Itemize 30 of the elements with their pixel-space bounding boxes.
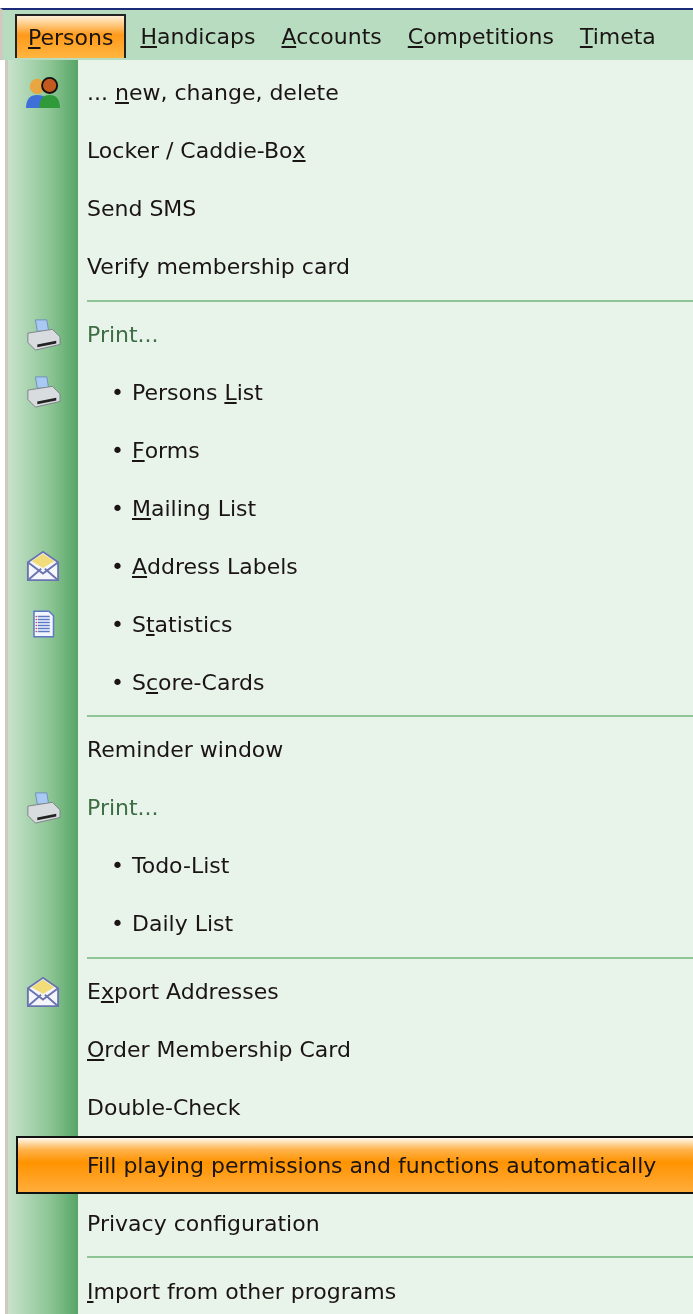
menu-item[interactable]: Double-Check: [78, 1078, 693, 1137]
menu-item[interactable]: • Statistics: [78, 595, 693, 654]
menu-bar-item[interactable]: Timeta: [567, 14, 668, 58]
printer-icon: [24, 790, 62, 825]
menu-item[interactable]: • Score-Cards: [78, 653, 693, 711]
printer-icon: [24, 375, 62, 410]
menu-item[interactable]: Export Addresses: [78, 962, 693, 1021]
menu-bar-item[interactable]: Accounts: [269, 14, 394, 58]
menu-item[interactable]: Fill playing permissions and functions automatically: [16, 1136, 693, 1195]
menu-item[interactable]: Send SMS: [78, 179, 693, 238]
menu-item[interactable]: • Address Labels: [78, 537, 693, 596]
menu-item[interactable]: • Mailing List: [78, 479, 693, 538]
menu-section-label: Print...: [86, 321, 159, 350]
printer-icon: [24, 317, 62, 352]
menu-bar-item[interactable]: Competitions: [395, 14, 566, 58]
menu-item[interactable]: • Forms: [78, 421, 693, 480]
menu-item[interactable]: Import from other programs: [78, 1262, 693, 1314]
menu-bar-item[interactable]: Persons: [15, 14, 127, 58]
menu-item[interactable]: Privacy configuration: [78, 1194, 693, 1253]
menu-bar-item[interactable]: Handicaps: [128, 14, 268, 58]
menu-item[interactable]: Locker / Caddie-Box: [78, 121, 693, 180]
menu-item[interactable]: Reminder window: [78, 720, 693, 779]
menu-item[interactable]: ... new, change, delete: [78, 64, 693, 122]
persons-icon: [24, 75, 62, 110]
menu-item[interactable]: • Persons List: [78, 363, 693, 422]
menu-item[interactable]: • Daily List: [78, 894, 693, 953]
menu-item[interactable]: • Todo-List: [78, 836, 693, 895]
menu-section-label: Print...: [86, 794, 159, 823]
menu-item[interactable]: Order Membership Card: [78, 1020, 693, 1079]
menu-item[interactable]: Verify membership card: [78, 237, 693, 296]
